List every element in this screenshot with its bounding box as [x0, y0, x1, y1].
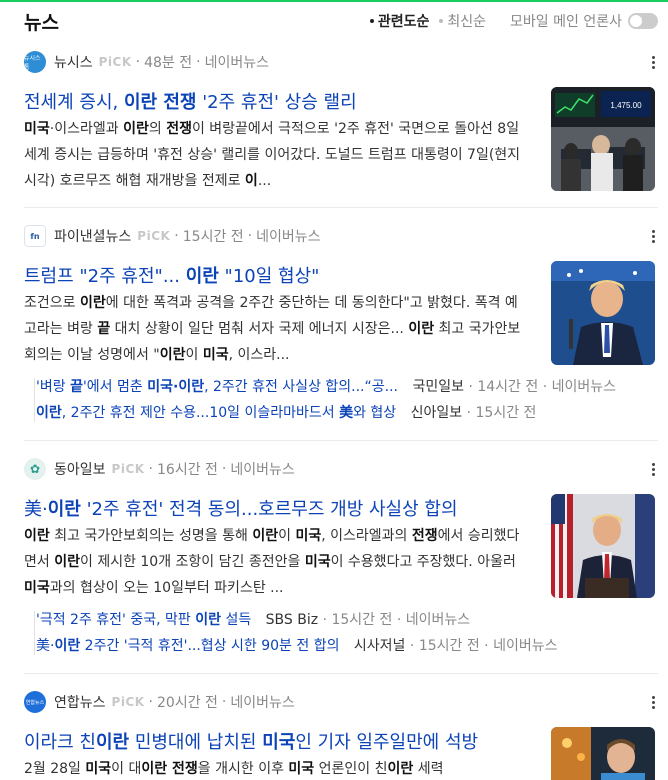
- stock-market-photo[interactable]: 1,475.00: [551, 87, 655, 191]
- separator: ·: [396, 612, 402, 628]
- naver-news-link[interactable]: 네이버뉴스: [205, 52, 269, 72]
- item-divider: [24, 207, 658, 208]
- sort-options: 관련도순 최신순 모바일 메인 언론사: [360, 11, 658, 31]
- press-info: 연합뉴스 연합뉴스 PiCK · 20시간 전 · 네이버뉴스: [24, 690, 658, 714]
- top-accent-line: [0, 0, 668, 2]
- related-press[interactable]: SBS Biz: [266, 612, 318, 628]
- related-article[interactable]: 이란, 2주간 휴전 제안 수용...10일 이슬라마바드서 美와 협상 신아일…: [36, 400, 656, 426]
- stock-market-image: 1,475.00: [551, 87, 655, 191]
- bullet-icon: [369, 19, 374, 23]
- article-time: 20시간 전: [157, 695, 218, 711]
- related-title[interactable]: '벼랑 끝'에서 멈춘 미국·이란, 2주간 휴전 사실상 합의...“공...: [36, 379, 398, 395]
- related-press[interactable]: 국민일보: [412, 379, 464, 395]
- related-title[interactable]: 美·이란 2주간 '극적 휴전'...협상 시한 90분 전 합의: [36, 638, 339, 654]
- pick-badge: PiCK: [111, 462, 145, 476]
- trump-image: [551, 261, 655, 365]
- related-articles: '극적 2주 휴전' 중국, 막판 이란 설득 SBS Biz · 15시간 전…: [34, 607, 656, 659]
- press-logo[interactable]: fn: [24, 225, 46, 247]
- article-time: 48분 전: [144, 55, 193, 71]
- naver-news-link[interactable]: 네이버뉴스: [230, 692, 294, 712]
- separator: ·: [174, 228, 179, 244]
- sort-relevance[interactable]: 관련도순: [369, 11, 429, 31]
- article-time: 16시간 전: [157, 462, 218, 478]
- press-logo[interactable]: ✿: [24, 458, 46, 480]
- article-headline[interactable]: 전세계 증시, 이란 전쟁 '2주 휴전' 상승 랠리: [24, 88, 538, 114]
- separator: ·: [221, 461, 227, 477]
- article-headline[interactable]: 트럼프 "2주 휴전"... 이란 "10일 협상": [24, 262, 538, 288]
- pick-badge: PiCK: [137, 229, 171, 243]
- trump-podium-image: [551, 494, 655, 598]
- news-section-header: 뉴스 관련도순 최신순 모바일 메인 언론사: [24, 6, 658, 36]
- related-title[interactable]: '극적 2주 휴전' 중국, 막판 이란 설득: [36, 612, 251, 628]
- naver-news-link[interactable]: 네이버뉴스: [493, 638, 557, 654]
- article-time: 15시간 전: [182, 229, 244, 245]
- naver-news-link[interactable]: 네이버뉴스: [230, 459, 294, 479]
- more-options-icon[interactable]: [648, 224, 658, 248]
- article-snippet: 미국·이스라엘과 이란의 전쟁이 벼랑끝에서 극적으로 '2주 휴전' 국면으로…: [24, 121, 521, 189]
- naver-news-link[interactable]: 네이버뉴스: [552, 379, 616, 395]
- bullet-icon: [439, 19, 444, 23]
- press-name[interactable]: 동아일보: [54, 459, 106, 479]
- more-options-icon[interactable]: [648, 457, 658, 481]
- separator: ·: [148, 694, 153, 710]
- related-press[interactable]: 시사저널: [354, 638, 406, 654]
- article-snippet: 2월 28일 미국이 대이란 전쟁을 개시한 이후 미국 언론인이 친이란 세력: [24, 761, 444, 777]
- separator: ·: [409, 638, 415, 654]
- separator: ·: [542, 379, 548, 395]
- separator: ·: [468, 379, 473, 395]
- more-options-icon[interactable]: [648, 690, 658, 714]
- mobile-main-press-toggle[interactable]: [628, 13, 658, 29]
- trump-podium-photo[interactable]: [551, 494, 655, 598]
- toggle-knob: [630, 15, 642, 27]
- related-articles: '벼랑 끝'에서 멈춘 미국·이란, 2주간 휴전 사실상 합의...“공...…: [34, 374, 656, 426]
- pick-badge: PiCK: [111, 695, 145, 709]
- press-name[interactable]: 뉴시스: [54, 52, 93, 72]
- journalist-photo[interactable]: [551, 727, 655, 780]
- article-snippet: 이란 최고 국가안보회의는 성명을 통해 이란이 미국, 이스라엘과의 전쟁에서…: [24, 528, 520, 596]
- item-divider: [24, 440, 658, 441]
- related-article[interactable]: '극적 2주 휴전' 중국, 막판 이란 설득 SBS Biz · 15시간 전…: [36, 607, 656, 633]
- separator: ·: [221, 694, 227, 710]
- news-item: fn 파이낸셜뉴스 PiCK · 15시간 전 · 네이버뉴스 트럼프 "2주 …: [24, 224, 658, 434]
- item-divider: [24, 673, 658, 674]
- trump-photo[interactable]: [551, 261, 655, 365]
- press-logo[interactable]: 연합뉴스: [24, 691, 46, 713]
- separator: ·: [484, 638, 489, 654]
- separator: ·: [196, 54, 201, 70]
- related-press[interactable]: 신아일보: [411, 405, 463, 421]
- related-title[interactable]: 이란, 2주간 휴전 제안 수용...10일 이슬라마바드서 美와 협상: [36, 405, 396, 421]
- mobile-main-press-label: 모바일 메인 언론사: [510, 14, 622, 30]
- press-info: fn 파이낸셜뉴스 PiCK · 15시간 전 · 네이버뉴스: [24, 224, 658, 248]
- news-item: 연합뉴스 연합뉴스 PiCK · 20시간 전 · 네이버뉴스 이라크 친이란 …: [24, 690, 658, 780]
- article-snippet: 조건으로 이란에 대한 폭격과 공격을 2주간 중단하는 데 동의한다"고 밝혔…: [24, 295, 521, 363]
- related-time: 15시간 전: [475, 405, 537, 421]
- article-headline[interactable]: 美·이란 '2주 휴전' 전격 동의...호르무즈 개방 사실상 합의: [24, 495, 538, 521]
- related-time: 14시간 전: [477, 379, 539, 395]
- naver-news-link[interactable]: 네이버뉴스: [256, 226, 320, 246]
- separator: ·: [247, 228, 253, 244]
- more-options-icon[interactable]: [648, 50, 658, 74]
- separator: ·: [322, 612, 328, 628]
- sort-latest[interactable]: 최신순: [439, 11, 486, 31]
- press-name[interactable]: 파이낸셜뉴스: [54, 226, 131, 246]
- news-item: ✿ 동아일보 PiCK · 16시간 전 · 네이버뉴스 美·이란 '2주 휴전…: [24, 457, 658, 667]
- journalist-image: [551, 727, 655, 780]
- press-info: 뉴시스통 뉴시스 PiCK · 48분 전 · 네이버뉴스: [24, 50, 658, 74]
- svg-text:1,475.00: 1,475.00: [610, 101, 642, 110]
- related-article[interactable]: 美·이란 2주간 '극적 휴전'...협상 시한 90분 전 합의 시사저널 ·…: [36, 633, 656, 659]
- separator: ·: [466, 405, 472, 421]
- article-headline[interactable]: 이라크 친이란 민병대에 납치된 미국인 기자 일주일만에 석방: [24, 728, 538, 754]
- related-article[interactable]: '벼랑 끝'에서 멈춘 미국·이란, 2주간 휴전 사실상 합의...“공...…: [36, 374, 656, 400]
- related-time: 15시간 전: [418, 638, 480, 654]
- news-item: 뉴시스통 뉴시스 PiCK · 48분 전 · 네이버뉴스 전세계 증시, 이란…: [24, 50, 658, 200]
- press-info: ✿ 동아일보 PiCK · 16시간 전 · 네이버뉴스: [24, 457, 658, 481]
- separator: ·: [148, 461, 153, 477]
- separator: ·: [135, 54, 141, 70]
- pick-badge: PiCK: [98, 55, 132, 69]
- related-time: 15시간 전: [331, 612, 393, 628]
- section-title: 뉴스: [24, 11, 59, 34]
- press-name[interactable]: 연합뉴스: [54, 692, 106, 712]
- press-logo[interactable]: 뉴시스통: [24, 51, 46, 73]
- naver-news-link[interactable]: 네이버뉴스: [406, 612, 470, 628]
